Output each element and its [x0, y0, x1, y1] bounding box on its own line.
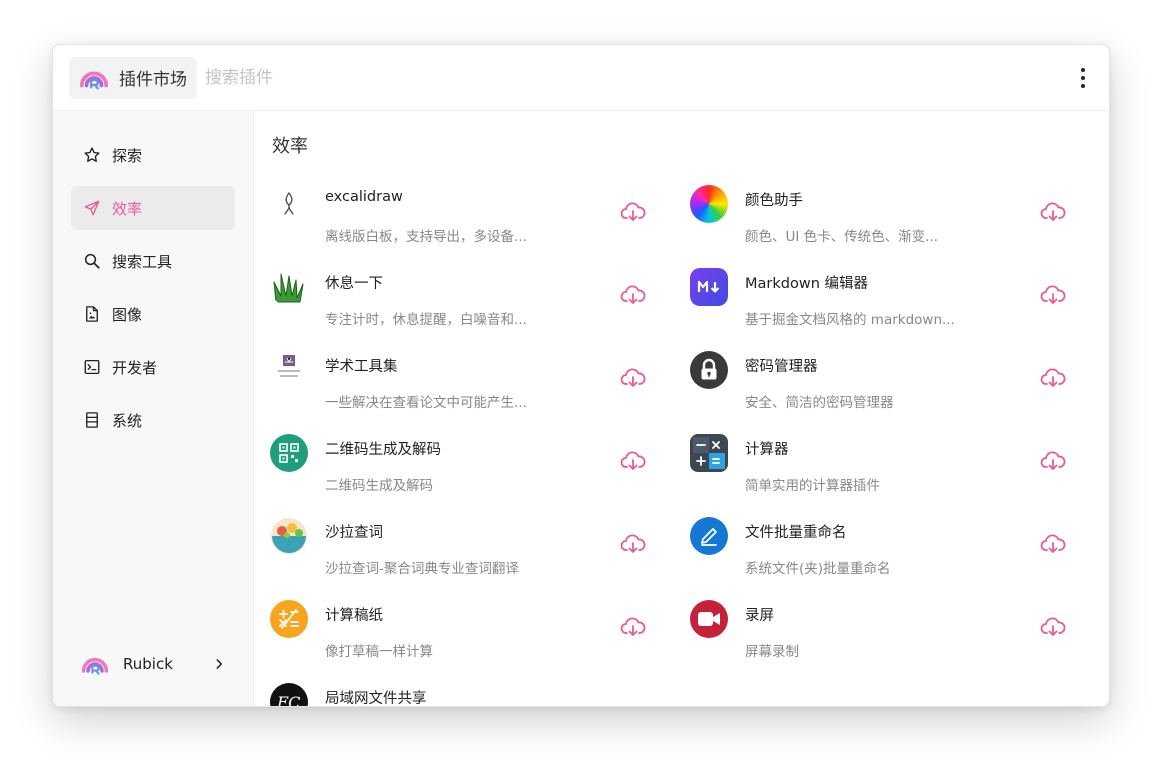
plugin-description: 安全、简洁的密码管理器 [745, 395, 894, 411]
cloud-download-icon[interactable] [1040, 199, 1066, 225]
plugin-name: excalidraw [325, 189, 403, 205]
plugin-card[interactable]: 学术工具集 一些解决在查看论文中可能产生... [270, 347, 670, 419]
svg-text:FC: FC [276, 693, 300, 706]
plugin-name: 休息一下 [325, 276, 383, 292]
plugin-description: 二维码生成及解码 [325, 478, 433, 494]
plugin-card[interactable]: 颜色助手 颜色、UI 色卡、传统色、渐变... [690, 181, 1090, 253]
plugin-card[interactable]: 计算稿纸 像打草稿一样计算 [270, 596, 670, 668]
math-paper-icon [270, 600, 308, 638]
plugin-description: 离线版白板，支持导出，多设备... [325, 229, 527, 245]
search-input[interactable] [205, 59, 805, 96]
plugin-card[interactable]: excalidraw 离线版白板，支持导出，多设备... [270, 181, 670, 253]
header: 插件市场 [53, 45, 1109, 111]
sidebar-item-efficiency[interactable]: 效率 [71, 186, 235, 230]
plugin-card[interactable]: 文件批量重命名 系统文件(夹)批量重命名 [690, 513, 1090, 585]
plugin-name: 文件批量重命名 [745, 525, 847, 541]
plugin-name: 学术工具集 [325, 359, 398, 375]
calculator-icon [690, 434, 728, 472]
sidebar-item-search-tools[interactable]: 搜索工具 [71, 239, 235, 283]
plugin-description: 沙拉查词-聚合词典专业查词翻译 [325, 561, 519, 577]
sidebar-item-explore[interactable]: 探索 [71, 133, 235, 177]
plugin-description: 像打草稿一样计算 [325, 644, 433, 660]
sidebar-item-label: 开发者 [112, 358, 158, 377]
more-dot-icon [1081, 76, 1085, 80]
system-icon [86, 412, 98, 428]
plugin-description: 专注计时，休息提醒，白噪音和... [325, 312, 527, 328]
main-content: 效率 excalidraw 离线版白板，支持导出，多设备... 颜色助手 颜色、… [254, 111, 1109, 706]
rubick-logo-icon [79, 70, 109, 89]
star-icon [84, 147, 100, 162]
sidebar-item-label: 系统 [112, 411, 143, 430]
cloud-download-icon[interactable] [620, 282, 646, 308]
app-brand[interactable]: 插件市场 [69, 56, 197, 99]
sidebar-item-system[interactable]: 系统 [71, 398, 235, 442]
sidebar-item-image[interactable]: 图像 [71, 292, 235, 336]
plugin-description: 基于掘金文档风格的 markdown... [745, 312, 955, 328]
image-file-icon [86, 306, 98, 322]
color-wheel-icon [690, 185, 728, 223]
sidebar-item-label: 搜索工具 [112, 252, 173, 271]
sidebar: 探索 效率 搜索工具 图像 开发者 系统 Rubick [53, 111, 254, 706]
chevron-right-icon [216, 659, 223, 669]
lan-share-icon: FC [270, 683, 308, 706]
sidebar-item-developer[interactable]: 开发者 [71, 345, 235, 389]
plugin-name: 局域网文件共享 [325, 691, 427, 706]
plugin-card[interactable]: 录屏 屏幕录制 [690, 596, 1090, 668]
plugin-description: 系统文件(夹)批量重命名 [745, 561, 891, 577]
more-options-button[interactable] [1071, 63, 1095, 93]
plugin-card[interactable]: 密码管理器 安全、简洁的密码管理器 [690, 347, 1090, 419]
thesis-tools-icon [270, 351, 308, 389]
more-dot-icon [1081, 68, 1085, 72]
plugin-card[interactable]: 沙拉查词 沙拉查词-聚合词典专业查词翻译 [270, 513, 670, 585]
more-dot-icon [1081, 84, 1085, 88]
video-camera-icon [690, 600, 728, 638]
plugin-name: 颜色助手 [745, 193, 803, 209]
qrcode-icon [270, 434, 308, 472]
search-icon [84, 253, 100, 269]
lock-icon [690, 351, 728, 389]
cloud-download-icon[interactable] [1040, 614, 1066, 640]
plugin-description: 颜色、UI 色卡、传统色、渐变... [745, 229, 939, 245]
plugin-card[interactable]: 二维码生成及解码 二维码生成及解码 [270, 430, 670, 502]
cloud-download-icon[interactable] [620, 448, 646, 474]
cloud-download-icon[interactable] [1040, 448, 1066, 474]
avatar [81, 657, 109, 675]
excalidraw-icon [270, 185, 308, 223]
plugin-name: 沙拉查词 [325, 525, 383, 541]
user-name: Rubick [123, 655, 173, 673]
plugin-name: 计算稿纸 [325, 608, 383, 624]
section-title: 效率 [272, 136, 308, 157]
cloud-download-icon[interactable] [1040, 282, 1066, 308]
plugin-card[interactable]: 休息一下 专注计时，休息提醒，白噪音和... [270, 264, 670, 336]
pencil-icon [690, 517, 728, 555]
plugin-card[interactable]: 计算器 简单实用的计算器插件 [690, 430, 1090, 502]
cloud-download-icon[interactable] [1040, 365, 1066, 391]
sidebar-item-label: 探索 [112, 146, 143, 165]
salad-icon [270, 517, 308, 555]
app-title: 插件市场 [119, 70, 187, 90]
terminal-icon [84, 359, 100, 375]
plugin-card[interactable]: Markdown 编辑器 基于掘金文档风格的 markdown... [690, 264, 1090, 336]
plugin-description: 一些解决在查看论文中可能产生... [325, 395, 527, 411]
plugin-name: 二维码生成及解码 [325, 442, 441, 458]
app-window: 插件市场 探索 效率 搜索工具 图像 开发者 [52, 44, 1110, 707]
grass-icon [270, 268, 308, 306]
plugin-name: 录屏 [745, 608, 774, 624]
send-icon [84, 200, 100, 216]
cloud-download-icon[interactable] [620, 365, 646, 391]
cloud-download-icon[interactable] [620, 531, 646, 557]
plugin-description: 简单实用的计算器插件 [745, 478, 880, 494]
user-profile-row[interactable]: Rubick [81, 648, 226, 680]
plugin-description: 屏幕录制 [745, 644, 799, 660]
cloud-download-icon[interactable] [620, 614, 646, 640]
plugin-name: 计算器 [745, 442, 789, 458]
sidebar-item-label: 图像 [112, 305, 143, 324]
cloud-download-icon[interactable] [620, 199, 646, 225]
plugin-name: Markdown 编辑器 [745, 276, 868, 292]
plugin-card[interactable]: FC 局域网文件共享 [270, 679, 670, 706]
markdown-icon [690, 268, 728, 306]
plugin-name: 密码管理器 [745, 359, 818, 375]
cloud-download-icon[interactable] [1040, 531, 1066, 557]
sidebar-item-label: 效率 [112, 199, 143, 218]
